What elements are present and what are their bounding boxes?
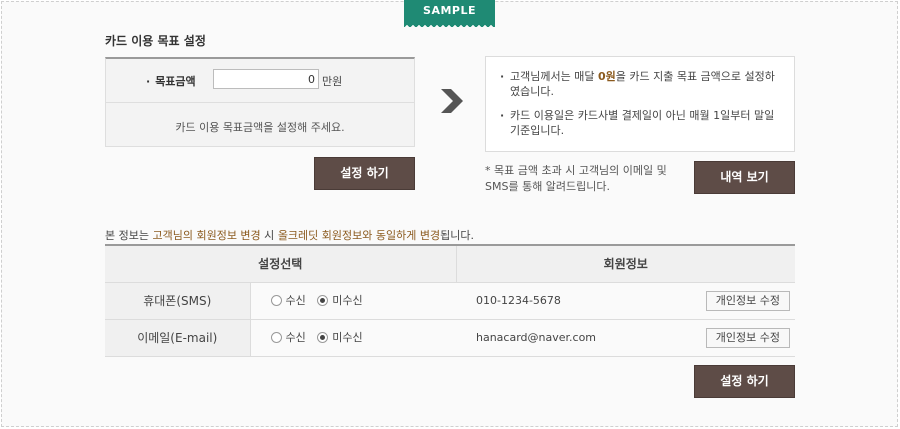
set-goal-button[interactable]: 설정 하기 [314,157,415,190]
radio-icon [270,331,282,343]
channel-type: 이메일(E-mail) [105,319,251,357]
goal-label: · 목표금액 [146,73,196,89]
radio-receive[interactable]: 수신 [270,329,306,345]
radio-decline[interactable]: 미수신 [317,329,363,345]
member-info-value: 010-1234-5678 [456,282,685,320]
sample-tag: SAMPLE [404,0,495,27]
notice-highlight-2: 올크레딧 회원정보와 동일하게 변경 [277,229,441,242]
radio-label: 미수신 [332,294,363,308]
goal-amount-highlight: 0원 [597,70,616,83]
goal-box: · 목표금액 만원 카드 이용 목표금액을 설정해 주세요. [105,57,415,147]
header-member-info: 회원정보 [456,246,795,283]
table-row: 휴대폰(SMS) 수신 미수신 010-1234-5678 개인정보 수정 [105,282,795,320]
view-history-button[interactable]: 내역 보기 [694,161,795,194]
notice-mid: 시 [260,229,278,242]
notice-post: 됩니다. [440,229,474,242]
notice-pre: 본 정보는 [105,229,153,242]
section-title: 카드 이용 목표 설정 [105,34,206,48]
goal-message: 카드 이용 목표금액을 설정해 주세요. [175,121,345,134]
radio-selected-icon [317,294,329,306]
edit-info-button[interactable]: 개인정보 수정 [705,290,790,311]
info-box: 고객님께서는 매달 0원을 카드 지출 목표 금액으로 설정하였습니다. 카드 … [485,56,795,152]
bullet-icon: · [146,75,151,88]
radio-group: 수신 미수신 [250,319,456,357]
info-item1-pre: 고객님께서는 매달 [510,70,598,83]
goal-label-text: 목표금액 [155,75,196,88]
info-item: 카드 이용일은 카드사별 결제일이 아닌 매월 1일부터 말일 기준입니다. [498,108,780,138]
notification-settings-table: 설정선택 회원정보 휴대폰(SMS) 수신 미수신 010-1234-5678 … [105,244,795,357]
chevron-right-icon [441,89,463,113]
info-item: 고객님께서는 매달 0원을 카드 지출 목표 금액으로 설정하였습니다. [498,69,780,99]
radio-group: 수신 미수신 [250,282,456,320]
goal-row: · 목표금액 만원 [106,59,414,103]
radio-label: 수신 [285,294,306,308]
member-info-value: hanacard@naver.com [456,319,685,357]
radio-icon [270,294,282,306]
radio-receive[interactable]: 수신 [270,292,306,308]
channel-type: 휴대폰(SMS) [105,282,251,320]
save-settings-button[interactable]: 설정 하기 [694,365,795,398]
goal-unit: 만원 [322,75,343,88]
goal-amount-input[interactable] [213,69,319,89]
header-setting-select: 설정선택 [105,246,457,283]
info-notice: 본 정보는 고객님의 회원정보 변경 시 올크레딧 회원정보와 동일하게 변경됩… [105,227,474,243]
radio-label: 수신 [285,331,306,345]
radio-decline[interactable]: 미수신 [317,292,363,308]
notification-note: * 목표 금액 초과 시 고객님의 이메일 및 SMS를 통해 알려드립니다. [485,164,667,193]
notice-highlight-1: 고객님의 회원정보 변경 [152,229,261,242]
radio-label: 미수신 [332,331,363,345]
edit-info-button[interactable]: 개인정보 수정 [705,327,790,348]
radio-selected-icon [317,331,329,343]
edit-cell: 개인정보 수정 [685,319,795,357]
table-row: 이메일(E-mail) 수신 미수신 hanacard@naver.com 개인… [105,319,795,357]
edit-cell: 개인정보 수정 [685,282,795,320]
